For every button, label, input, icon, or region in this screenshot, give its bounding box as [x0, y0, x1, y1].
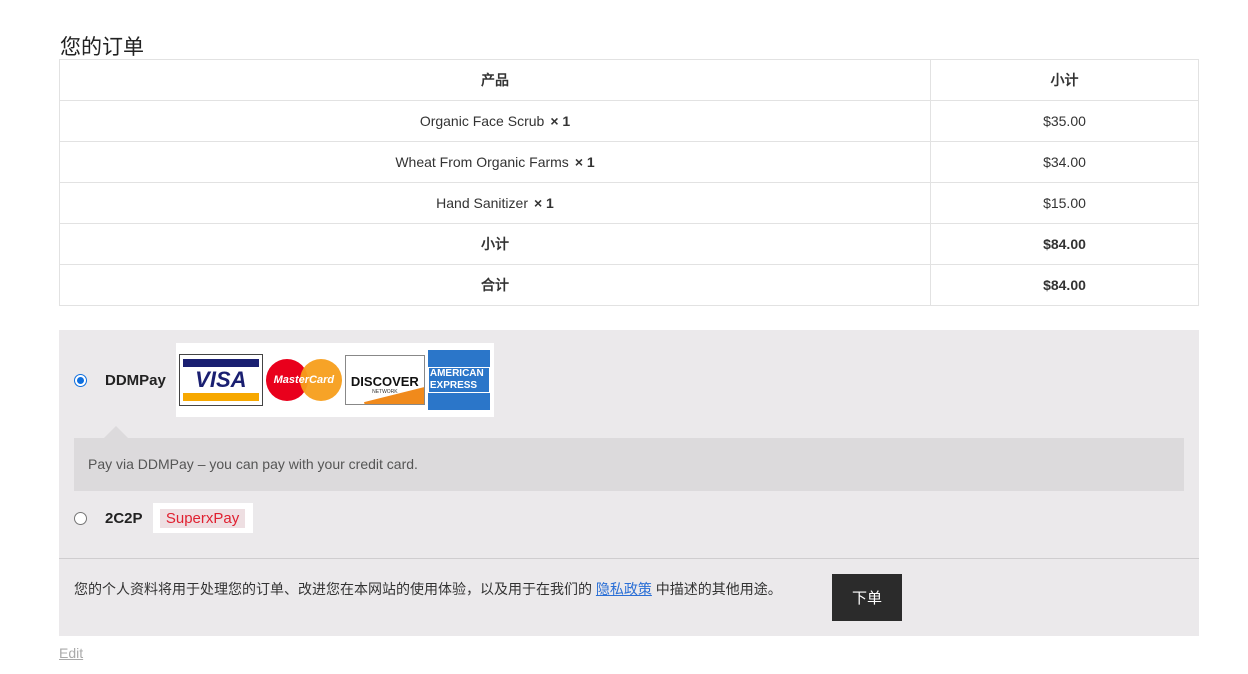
card-logos: VISA MasterCard DISCOVER NETWORK AMERICA… — [175, 343, 494, 417]
total-row: 合计 $84.00 — [59, 264, 1199, 306]
table-row: Wheat From Organic Farms × 1 $34.00 — [59, 141, 1199, 183]
payment-method-ddmpay[interactable]: DDMPay VISA MasterCard DISCOVER NETWORK … — [74, 343, 494, 417]
column-header-product: 产品 — [59, 59, 931, 101]
product-cell: Organic Face Scrub × 1 — [59, 100, 931, 142]
ddmpay-description: Pay via DDMPay – you can pay with your c… — [74, 438, 1184, 491]
product-price: $15.00 — [930, 182, 1199, 224]
description-arrow — [104, 426, 128, 438]
product-name: Wheat From Organic Farms — [395, 154, 569, 170]
2c2p-label[interactable]: 2C2P — [105, 510, 143, 527]
subtotal-label: 小计 — [59, 223, 931, 265]
total-label: 合计 — [59, 264, 931, 306]
product-qty: × 1 — [550, 113, 571, 129]
product-name: Hand Sanitizer — [436, 195, 528, 211]
product-price: $34.00 — [930, 141, 1199, 183]
edit-link[interactable]: Edit — [59, 645, 83, 661]
privacy-policy-link[interactable]: 隐私政策 — [596, 581, 652, 597]
visa-logo: VISA — [178, 354, 263, 406]
product-qty: × 1 — [533, 195, 554, 211]
total-value: $84.00 — [930, 264, 1199, 306]
privacy-text-after: 中描述的其他用途。 — [651, 581, 782, 597]
product-price: $35.00 — [930, 100, 1199, 142]
table-header-row: 产品 小计 — [59, 59, 1199, 101]
ddmpay-radio[interactable] — [74, 373, 87, 387]
table-row: Hand Sanitizer × 1 $15.00 — [59, 182, 1199, 224]
place-order-button[interactable]: 下单 — [832, 574, 902, 621]
payment-method-2c2p[interactable]: 2C2P SuperxPay — [74, 503, 253, 533]
ddmpay-label[interactable]: DDMPay — [105, 372, 166, 389]
2c2p-radio[interactable] — [74, 511, 87, 525]
product-cell: Hand Sanitizer × 1 — [59, 182, 931, 224]
amex-logo: AMERICAN EXPRESS — [427, 350, 490, 410]
product-cell: Wheat From Organic Farms × 1 — [59, 141, 931, 183]
payment-panel: DDMPay VISA MasterCard DISCOVER NETWORK … — [59, 330, 1199, 636]
privacy-notice: 您的个人资料将用于处理您的订单、改进您在本网站的使用体验，以及用于在我们的 隐私… — [74, 579, 782, 599]
product-qty: × 1 — [574, 154, 595, 170]
subtotal-value: $84.00 — [930, 223, 1199, 265]
subtotal-row: 小计 $84.00 — [59, 223, 1199, 265]
column-header-subtotal: 小计 — [930, 59, 1199, 101]
privacy-text-before: 您的个人资料将用于处理您的订单、改进您在本网站的使用体验，以及用于在我们的 — [74, 581, 596, 597]
discover-logo: DISCOVER NETWORK — [344, 355, 425, 405]
superxpay-logo: SuperxPay — [152, 503, 253, 533]
product-name: Organic Face Scrub — [419, 113, 545, 129]
order-table: 产品 小计 Organic Face Scrub × 1 $35.00 Wheat… — [59, 59, 1199, 306]
page-title: 您的订单 — [60, 35, 144, 60]
mastercard-logo: MasterCard — [265, 354, 342, 406]
table-row: Organic Face Scrub × 1 $35.00 — [59, 100, 1199, 142]
divider — [59, 558, 1199, 559]
